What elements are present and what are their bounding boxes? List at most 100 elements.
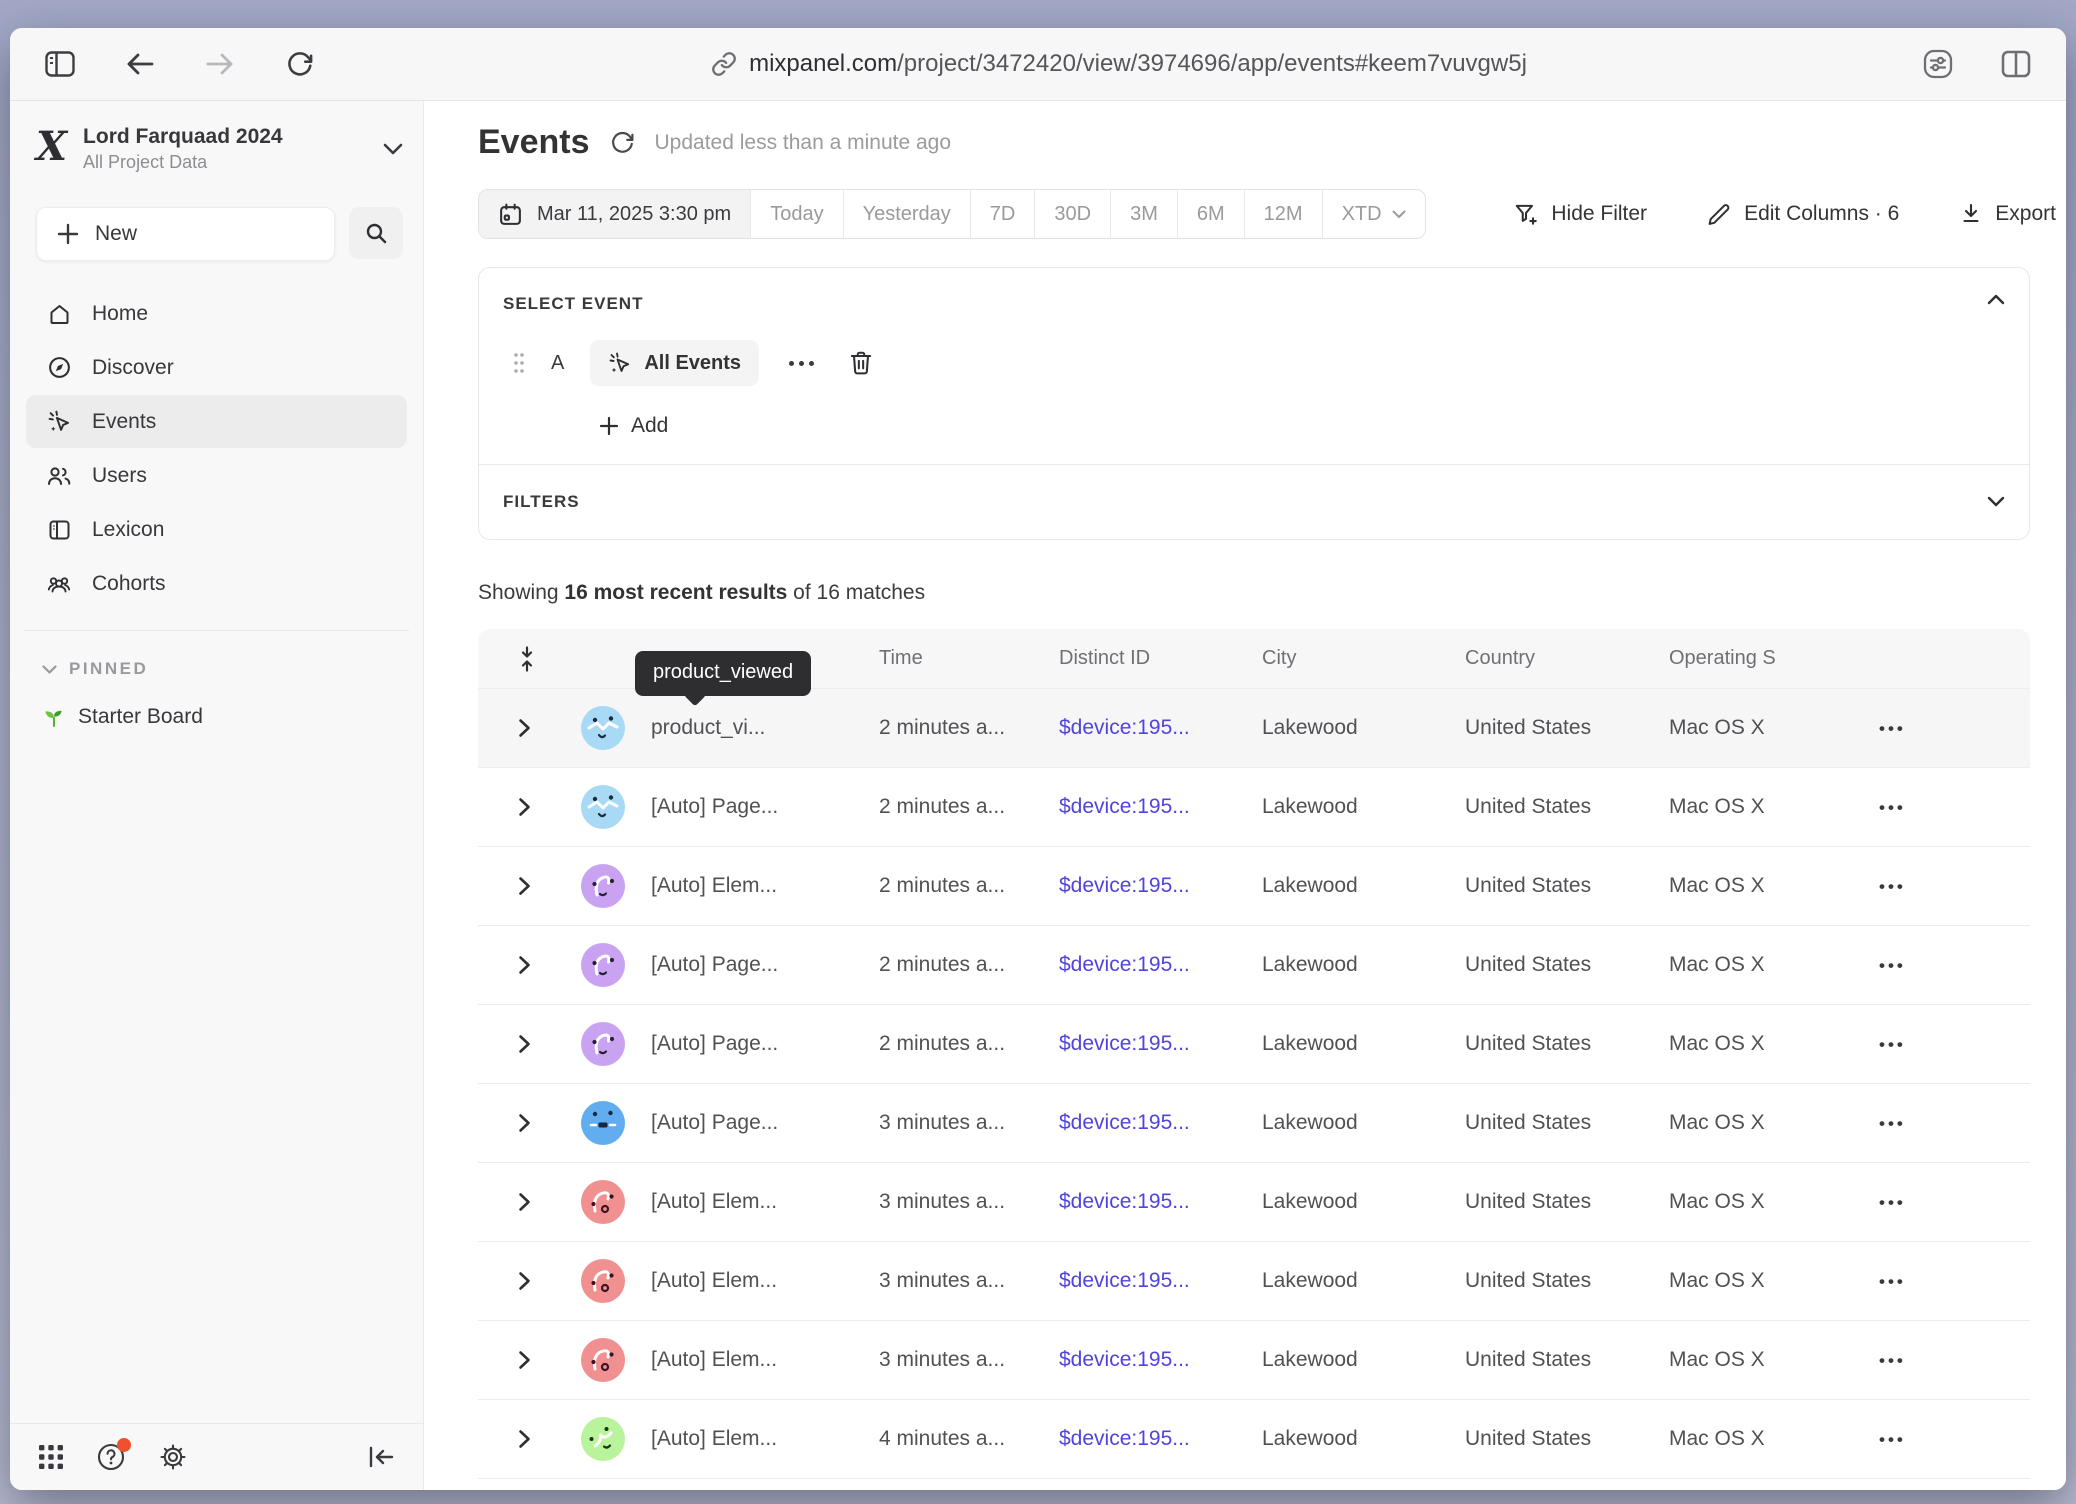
- sidebar-item-users[interactable]: Users: [26, 449, 407, 502]
- row-options-button[interactable]: •••: [1879, 1430, 1906, 1449]
- refresh-button[interactable]: [278, 42, 322, 86]
- expand-row-icon[interactable]: [518, 1113, 556, 1133]
- range-3m-button[interactable]: 3M: [1110, 190, 1177, 238]
- event-options-button[interactable]: [781, 353, 822, 374]
- table-row[interactable]: [Auto] Elem... 3 minutes a... $device:19…: [478, 1241, 2030, 1320]
- distinct-id-link[interactable]: $device:195...: [1059, 716, 1262, 740]
- export-button[interactable]: Export: [1959, 202, 2056, 226]
- split-view-icon[interactable]: [1994, 42, 2038, 86]
- distinct-id-link[interactable]: $device:195...: [1059, 1427, 1262, 1451]
- column-header-city[interactable]: City: [1262, 647, 1465, 670]
- forward-button[interactable]: [198, 42, 242, 86]
- expand-row-icon[interactable]: [518, 1192, 556, 1212]
- expand-section-icon[interactable]: [1987, 496, 2005, 507]
- table-row[interactable]: [Auto] Page... 3 minutes a... $device:19…: [478, 1083, 2030, 1162]
- row-options-button[interactable]: •••: [1879, 719, 1906, 738]
- table-row[interactable]: [Auto] Page... 2 minutes a... $device:19…: [478, 1004, 2030, 1083]
- expand-row-icon[interactable]: [518, 1429, 556, 1449]
- compass-icon: [46, 355, 72, 380]
- row-options-button[interactable]: •••: [1879, 1114, 1906, 1133]
- distinct-id-link[interactable]: $device:195...: [1059, 1032, 1262, 1056]
- event-name: [Auto] Page...: [651, 953, 879, 977]
- column-header-time[interactable]: Time: [879, 647, 1059, 670]
- sidebar-item-cohorts[interactable]: Cohorts: [26, 557, 407, 610]
- table-row[interactable]: product_vi... 2 minutes a... $device:195…: [478, 688, 2030, 767]
- edit-columns-button[interactable]: Edit Columns · 6: [1707, 202, 1899, 227]
- sidebar-toggle-icon[interactable]: [38, 42, 82, 86]
- project-switcher[interactable]: X Lord Farquaad 2024 All Project Data: [36, 125, 403, 173]
- range-30d-button[interactable]: 30D: [1034, 190, 1110, 238]
- url-bar[interactable]: mixpanel.com/project/3472420/view/397469…: [749, 50, 1527, 78]
- distinct-id-link[interactable]: $device:195...: [1059, 1269, 1262, 1293]
- expand-row-icon[interactable]: [518, 876, 556, 896]
- table-row[interactable]: [Auto] Elem... 3 minutes a... $device:19…: [478, 1320, 2030, 1399]
- updated-status: Updated less than a minute ago: [655, 131, 952, 155]
- column-header-distinct-id[interactable]: Distinct ID: [1059, 647, 1262, 670]
- sidebar-item-discover[interactable]: Discover: [26, 341, 407, 394]
- column-header-os[interactable]: Operating S: [1669, 647, 1873, 670]
- event-time: 3 minutes a...: [879, 1190, 1059, 1214]
- table-row[interactable]: [Auto] Elem... 4 minutes a... $device:19…: [478, 1399, 2030, 1478]
- distinct-id-link[interactable]: $device:195...: [1059, 1111, 1262, 1135]
- distinct-id-link[interactable]: $device:195...: [1059, 795, 1262, 819]
- event-os: Mac OS X: [1669, 1190, 1873, 1214]
- sidebar-item-home[interactable]: Home: [26, 287, 407, 340]
- event-avatar-icon: [581, 1338, 625, 1382]
- row-options-button[interactable]: •••: [1879, 1035, 1906, 1054]
- trash-icon[interactable]: [848, 349, 874, 377]
- settings-gear-icon[interactable]: [158, 1442, 188, 1472]
- date-picker-button[interactable]: Mar 11, 2025 3:30 pm: [479, 190, 750, 238]
- distinct-id-link[interactable]: $device:195...: [1059, 1348, 1262, 1372]
- range-xtd-dropdown[interactable]: XTD: [1322, 190, 1425, 238]
- range-6m-button[interactable]: 6M: [1177, 190, 1244, 238]
- range-today-button[interactable]: Today: [750, 190, 842, 238]
- collapse-sidebar-icon[interactable]: [367, 1445, 395, 1469]
- calendar-icon: [498, 202, 523, 227]
- table-row[interactable]: [Auto] Elem... 3 minutes a... $device:19…: [478, 1162, 2030, 1241]
- distinct-id-link[interactable]: $device:195...: [1059, 1190, 1262, 1214]
- distinct-id-link[interactable]: $device:195...: [1059, 953, 1262, 977]
- table-row[interactable]: [Auto] Page... 2 minutes a... $device:19…: [478, 767, 2030, 846]
- refresh-results-icon[interactable]: [610, 130, 635, 155]
- new-button[interactable]: New: [36, 207, 335, 261]
- filters-label: FILTERS: [503, 492, 580, 512]
- pinned-section-header[interactable]: PINNED: [42, 659, 423, 679]
- date-range-control: Mar 11, 2025 3:30 pm Today Yesterday 7D …: [478, 189, 1426, 239]
- expand-row-icon[interactable]: [518, 955, 556, 975]
- search-button[interactable]: [349, 207, 403, 259]
- expand-row-icon[interactable]: [518, 1350, 556, 1370]
- expand-row-icon[interactable]: [518, 1271, 556, 1291]
- drag-handle-icon[interactable]: [513, 351, 525, 375]
- range-yesterday-button[interactable]: Yesterday: [843, 190, 970, 238]
- table-row[interactable]: [Auto] Page... 2 minutes a... $device:19…: [478, 925, 2030, 1004]
- column-header-country[interactable]: Country: [1465, 647, 1669, 670]
- event-time: 3 minutes a...: [879, 1111, 1059, 1135]
- expand-row-icon[interactable]: [518, 1034, 556, 1054]
- expand-row-icon[interactable]: [518, 797, 556, 817]
- event-selector-button[interactable]: All Events: [590, 340, 759, 386]
- sidebar-item-events[interactable]: Events: [26, 395, 407, 448]
- apps-grid-icon[interactable]: [38, 1444, 64, 1470]
- hide-filter-button[interactable]: Hide Filter: [1513, 201, 1647, 227]
- collapse-section-icon[interactable]: [1987, 294, 2005, 305]
- page-settings-icon[interactable]: [1916, 42, 1960, 86]
- table-row[interactable]: [478, 1478, 2030, 1490]
- row-options-button[interactable]: •••: [1879, 798, 1906, 817]
- table-row[interactable]: [Auto] Elem... 2 minutes a... $device:19…: [478, 846, 2030, 925]
- help-button[interactable]: [96, 1442, 126, 1472]
- row-options-button[interactable]: •••: [1879, 1272, 1906, 1291]
- expand-row-icon[interactable]: [518, 718, 556, 738]
- row-options-button[interactable]: •••: [1879, 956, 1906, 975]
- collapse-all-rows-icon[interactable]: [518, 646, 556, 672]
- range-12m-button[interactable]: 12M: [1244, 190, 1322, 238]
- back-button[interactable]: [118, 42, 162, 86]
- range-7d-button[interactable]: 7D: [970, 190, 1035, 238]
- row-options-button[interactable]: •••: [1879, 1351, 1906, 1370]
- sidebar-item-lexicon[interactable]: Lexicon: [26, 503, 407, 556]
- add-event-button[interactable]: Add: [599, 410, 2005, 442]
- distinct-id-link[interactable]: $device:195...: [1059, 874, 1262, 898]
- row-options-button[interactable]: •••: [1879, 877, 1906, 896]
- row-options-button[interactable]: •••: [1879, 1193, 1906, 1212]
- sidebar-item-starter-board[interactable]: Starter Board: [42, 705, 423, 729]
- home-icon: [46, 302, 72, 326]
